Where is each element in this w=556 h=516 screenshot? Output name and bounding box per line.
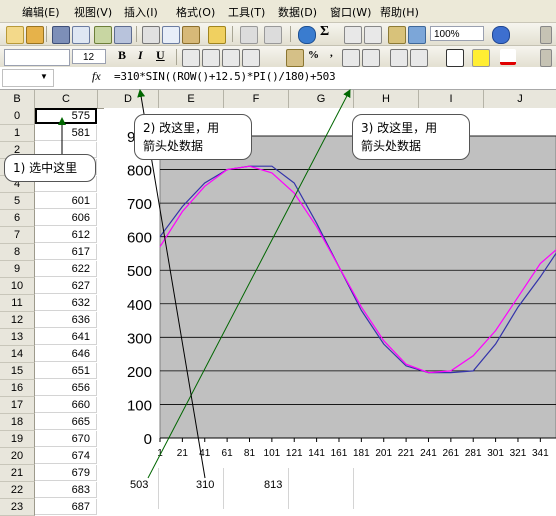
callout-edit-offset: 3) 改这里，用 箭头处数据 — [352, 114, 470, 160]
callout-2-line1: 2) 改这里，用 — [143, 121, 220, 135]
annotation-arrows — [58, 89, 351, 479]
callout-3-line1: 3) 改这里，用 — [361, 121, 438, 135]
callout-2-line2: 箭头处数据 — [143, 139, 204, 153]
callout-1-text: 1) 选中这里 — [13, 161, 78, 175]
callout-edit-multiplier: 2) 改这里，用 箭头处数据 — [134, 114, 252, 160]
callout-3-line2: 箭头处数据 — [361, 139, 422, 153]
callout-select-here: 1) 选中这里 — [4, 154, 96, 182]
